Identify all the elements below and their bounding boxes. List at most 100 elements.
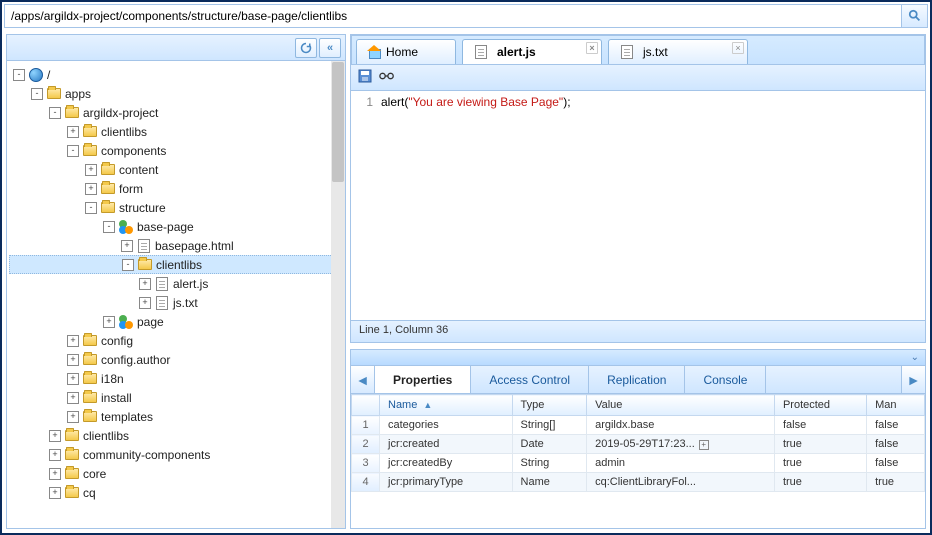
toggle-icon[interactable]: + [49,487,61,499]
code-editor[interactable]: 1 alert("You are viewing Base Page"); [351,91,925,320]
node-label: argildx-project [83,106,158,120]
toggle-icon[interactable]: - [122,259,134,271]
toggle-icon[interactable]: + [67,335,79,347]
col-rownum[interactable] [352,395,380,416]
toggle-icon[interactable]: + [67,392,79,404]
tree-node-install[interactable]: +install [9,388,343,407]
folder-icon [64,105,80,121]
tab-home[interactable]: Home [356,39,456,64]
tree-node-core[interactable]: + core [9,464,343,483]
tab-js-txt[interactable]: js.txt× [608,39,748,64]
toggle-icon[interactable]: + [121,240,133,252]
repository-tree[interactable]: -/-apps-argildx-project+clientlibs-compo… [7,61,345,506]
globe-icon [28,67,44,83]
pkg-icon [118,314,134,330]
prop-tab-properties[interactable]: Properties [375,366,471,393]
tree-node-community-components[interactable]: +community-components [9,445,343,464]
folder-icon [46,86,62,102]
table-row[interactable]: 1categoriesString[]argildx.basefalsefals… [352,416,925,435]
toggle-icon[interactable]: + [85,183,97,195]
tree-node-structure[interactable]: -structure [9,198,343,217]
tree-node-form[interactable]: +form [9,179,343,198]
pkg-icon [118,219,134,235]
toggle-icon[interactable]: - [67,145,79,157]
toggle-icon[interactable]: + [103,316,115,328]
prop-tab-console[interactable]: Console [685,366,766,393]
toggle-icon[interactable]: + [139,297,151,309]
tree-node-page[interactable]: + page [9,312,343,331]
prop-tab-access-control[interactable]: Access Control [471,366,589,393]
tree-node-argildx-project[interactable]: - argildx-project [9,103,343,122]
folder-icon [64,485,80,501]
tree-node-i18n[interactable]: + i18n [9,369,343,388]
tree-node-content[interactable]: +content [9,160,343,179]
node-label: js.txt [173,296,198,310]
table-row[interactable]: 2jcr:createdDate2019-05-29T17:23...+true… [352,435,925,454]
folder-icon [82,143,98,159]
tree-node-js-txt[interactable]: + js.txt [9,293,343,312]
tree-node-alert-js[interactable]: +alert.js [9,274,343,293]
panel-collapse-bar[interactable]: ⌄ [351,350,925,366]
search-button[interactable] [901,5,927,27]
toggle-icon[interactable]: + [67,126,79,138]
table-row[interactable]: 4jcr:primaryTypeNamecq:ClientLibraryFol.… [352,473,925,492]
tree-node-cq[interactable]: +cq [9,483,343,502]
expand-icon[interactable]: + [699,440,709,450]
node-label: i18n [101,372,124,386]
node-label: clientlibs [83,429,129,443]
tree-scrollbar[interactable] [331,61,345,528]
col-type[interactable]: Type [512,395,587,416]
tree-panel: « -/-apps-argildx-project+clientlibs-com… [6,34,346,529]
col-name[interactable]: Name ▲ [380,395,513,416]
tab-alert-js[interactable]: alert.js× [462,39,602,64]
toggle-icon[interactable]: - [13,69,25,81]
find-icon[interactable] [379,69,395,86]
toggle-icon[interactable]: + [85,164,97,176]
tree-node--[interactable]: -/ [9,65,343,84]
toggle-icon[interactable]: - [103,221,115,233]
toggle-icon[interactable]: + [139,278,151,290]
folder-icon [82,409,98,425]
tree-node-config-author[interactable]: +config.author [9,350,343,369]
node-label: page [137,315,164,329]
toggle-icon[interactable]: + [67,354,79,366]
tree-node-templates[interactable]: +templates [9,407,343,426]
toggle-icon[interactable]: + [49,449,61,461]
close-icon[interactable]: × [586,42,598,54]
cell-name: jcr:created [380,435,513,454]
toggle-icon[interactable]: + [49,430,61,442]
tree-node-apps[interactable]: -apps [9,84,343,103]
toggle-icon[interactable]: + [49,468,61,480]
col-man[interactable]: Man [867,395,925,416]
save-icon[interactable] [357,68,373,87]
tab-scroll-right[interactable]: ► [901,366,925,393]
cell-value: 2019-05-29T17:23...+ [587,435,775,454]
row-number: 4 [352,473,380,492]
tree-node-config[interactable]: +config [9,331,343,350]
col-value[interactable]: Value [587,395,775,416]
tree-node-components[interactable]: -components [9,141,343,160]
tree-node-clientlibs[interactable]: +clientlibs [9,122,343,141]
toggle-icon[interactable]: - [49,107,61,119]
col-protected[interactable]: Protected [774,395,866,416]
collapse-button[interactable]: « [319,38,341,58]
tree-node-base-page[interactable]: -base-page [9,217,343,236]
path-input[interactable] [5,5,901,27]
toggle-icon[interactable]: + [67,411,79,423]
refresh-button[interactable] [295,38,317,58]
tab-scroll-left[interactable]: ◄ [351,366,375,393]
tree-node-clientlibs[interactable]: -clientlibs [9,255,343,274]
folder-icon [64,447,80,463]
node-label: core [83,467,106,481]
file-icon [136,238,152,254]
table-row[interactable]: 3jcr:createdByStringadmintruefalse [352,454,925,473]
prop-tab-replication[interactable]: Replication [589,366,685,393]
tree-node-clientlibs[interactable]: + clientlibs [9,426,343,445]
toggle-icon[interactable]: - [31,88,43,100]
node-label: basepage.html [155,239,234,253]
toggle-icon[interactable]: - [85,202,97,214]
refresh-icon [300,42,312,54]
toggle-icon[interactable]: + [67,373,79,385]
tree-node-basepage-html[interactable]: + basepage.html [9,236,343,255]
close-icon[interactable]: × [732,42,744,54]
